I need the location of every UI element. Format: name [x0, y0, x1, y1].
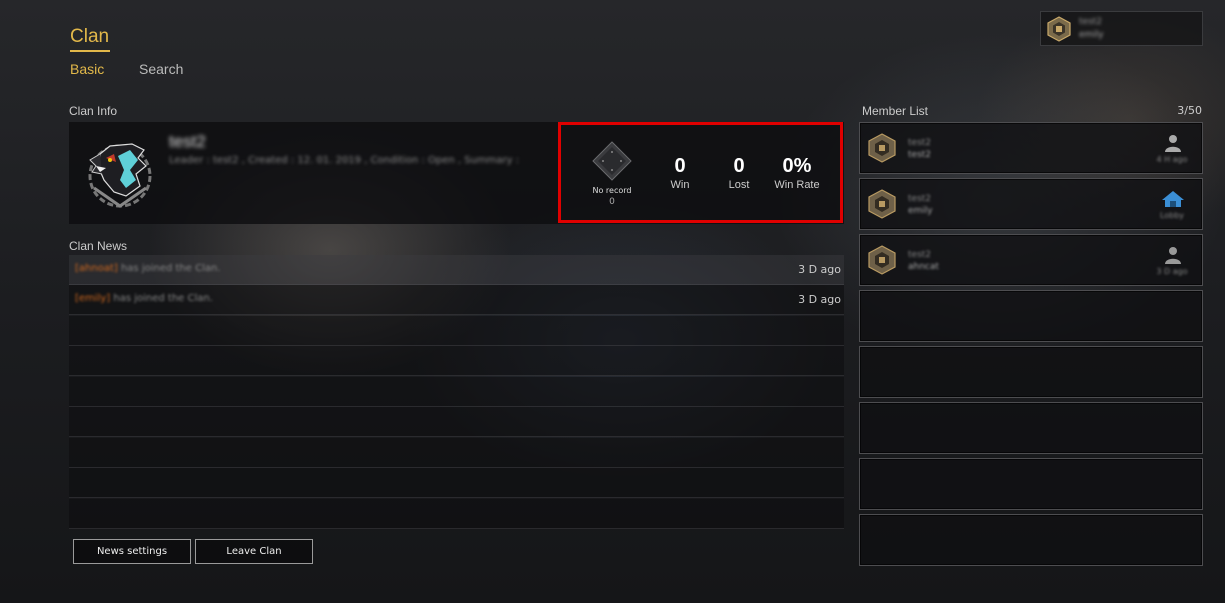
home-icon: [1162, 191, 1184, 207]
news-row-empty: [69, 377, 844, 407]
tab-basic[interactable]: Basic: [70, 61, 104, 77]
news-row-empty: [69, 407, 844, 437]
member-slot[interactable]: test2 emily Lobby: [859, 178, 1203, 230]
clan-emblem-icon: [88, 143, 152, 208]
player-profile[interactable]: test2 emily: [1040, 11, 1203, 46]
member-status: 4 H ago: [1156, 155, 1188, 164]
news-list: [ahnoat] has joined the Clan. 3 D ago [e…: [69, 255, 844, 529]
member-slot-empty: [859, 290, 1203, 342]
news-author: [ahnoat]: [75, 263, 118, 274]
news-settings-button[interactable]: News settings: [73, 539, 191, 564]
news-message: has joined the Clan.: [113, 293, 213, 304]
member-subname: test2: [908, 150, 932, 160]
news-row-empty: [69, 346, 844, 376]
member-slot-empty: [859, 458, 1203, 510]
win-rate-label: Win Rate: [774, 179, 820, 191]
member-name: test2: [908, 138, 932, 148]
news-row-empty: [69, 499, 844, 529]
member-slot-empty: [859, 402, 1203, 454]
clan-rank-icon: [592, 141, 632, 181]
member-rank-icon: [868, 133, 896, 163]
member-count: 3/50: [1177, 104, 1202, 117]
news-message: has joined the Clan.: [120, 263, 221, 274]
news-row-empty: [69, 468, 844, 498]
user-icon: [1165, 247, 1181, 264]
member-list-label: Member List: [862, 104, 929, 118]
news-row: [emily] has joined the Clan. 3 D ago: [69, 285, 844, 315]
clan-name: test2: [169, 132, 206, 151]
player-clan: emily: [1079, 30, 1104, 40]
news-row-empty: [69, 438, 844, 468]
member-name: test2: [908, 250, 932, 260]
clan-news-label: Clan News: [69, 239, 128, 253]
rank-label: No record: [592, 186, 632, 195]
clan-info-label: Clan Info: [69, 104, 118, 118]
member-subname: ahncat: [908, 262, 939, 272]
rank-badge-icon: [1047, 16, 1071, 42]
member-status: Lobby: [1159, 211, 1185, 220]
member-rank-icon: [868, 245, 896, 275]
news-time: 3 D ago: [798, 293, 841, 306]
clan-details: Leader : test2 , Created : 12. 01. 2019 …: [169, 155, 520, 166]
news-row: [ahnoat] has joined the Clan. 3 D ago: [69, 255, 844, 285]
leave-clan-button[interactable]: Leave Clan: [195, 539, 313, 564]
news-author: [emily]: [75, 293, 111, 304]
title-underline: [70, 50, 110, 52]
member-rank-icon: [868, 189, 896, 219]
member-subname: emily: [908, 206, 933, 216]
member-status: 3 D ago: [1156, 267, 1188, 276]
member-slot-empty: [859, 514, 1203, 566]
news-row-empty: [69, 316, 844, 346]
news-time: 3 D ago: [798, 263, 841, 276]
user-icon: [1165, 135, 1181, 152]
rank-value: 0: [609, 197, 615, 207]
member-slot[interactable]: test2 ahncat 3 D ago: [859, 234, 1203, 286]
member-slot[interactable]: test2 test2 4 H ago: [859, 122, 1203, 174]
player-name: test2: [1079, 17, 1103, 27]
member-slot-empty: [859, 346, 1203, 398]
win-rate-value: 0%: [782, 155, 812, 177]
member-name: test2: [908, 194, 932, 204]
page-title: Clan: [70, 26, 110, 47]
tab-search[interactable]: Search: [139, 61, 183, 77]
